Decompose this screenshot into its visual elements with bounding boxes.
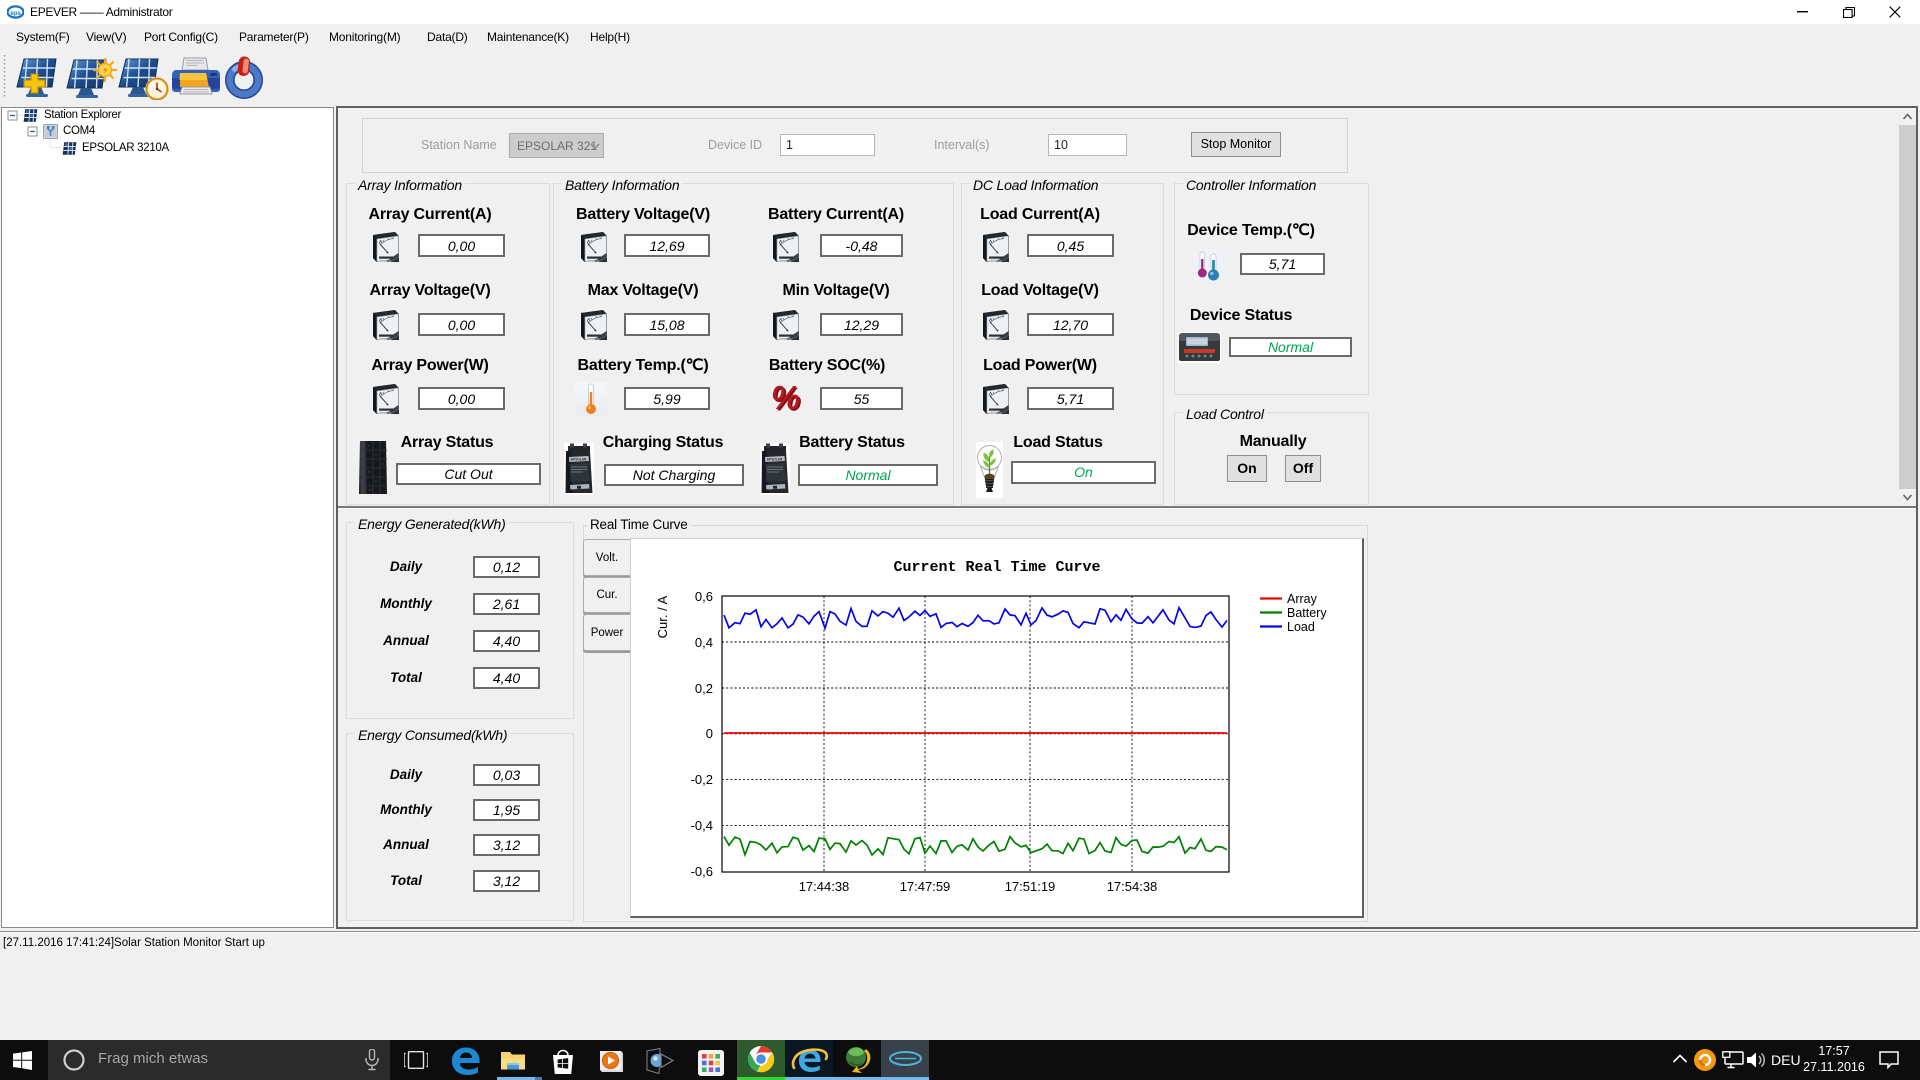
svg-text:0,6: 0,6 <box>695 589 713 604</box>
svg-text:Load: Load <box>1287 620 1315 634</box>
svg-text:-0,6: -0,6 <box>691 864 713 879</box>
svg-text:17:44:38: 17:44:38 <box>799 879 850 894</box>
svg-text:0,4: 0,4 <box>695 635 713 650</box>
svg-text:eps: eps <box>11 11 22 17</box>
svg-text:Array: Array <box>1287 592 1318 606</box>
svg-text:-0,4: -0,4 <box>691 818 713 833</box>
svg-text:0,2: 0,2 <box>695 681 713 696</box>
svg-text:Cur. / A: Cur. / A <box>655 595 670 638</box>
svg-text:-0,2: -0,2 <box>691 772 713 787</box>
svg-text:Battery: Battery <box>1287 606 1327 620</box>
svg-text:17:51:19: 17:51:19 <box>1005 879 1056 894</box>
svg-text:0: 0 <box>706 726 713 741</box>
svg-text:17:54:38: 17:54:38 <box>1107 879 1158 894</box>
svg-text:Current Real Time Curve: Current Real Time Curve <box>893 559 1100 576</box>
svg-text:17:47:59: 17:47:59 <box>900 879 951 894</box>
